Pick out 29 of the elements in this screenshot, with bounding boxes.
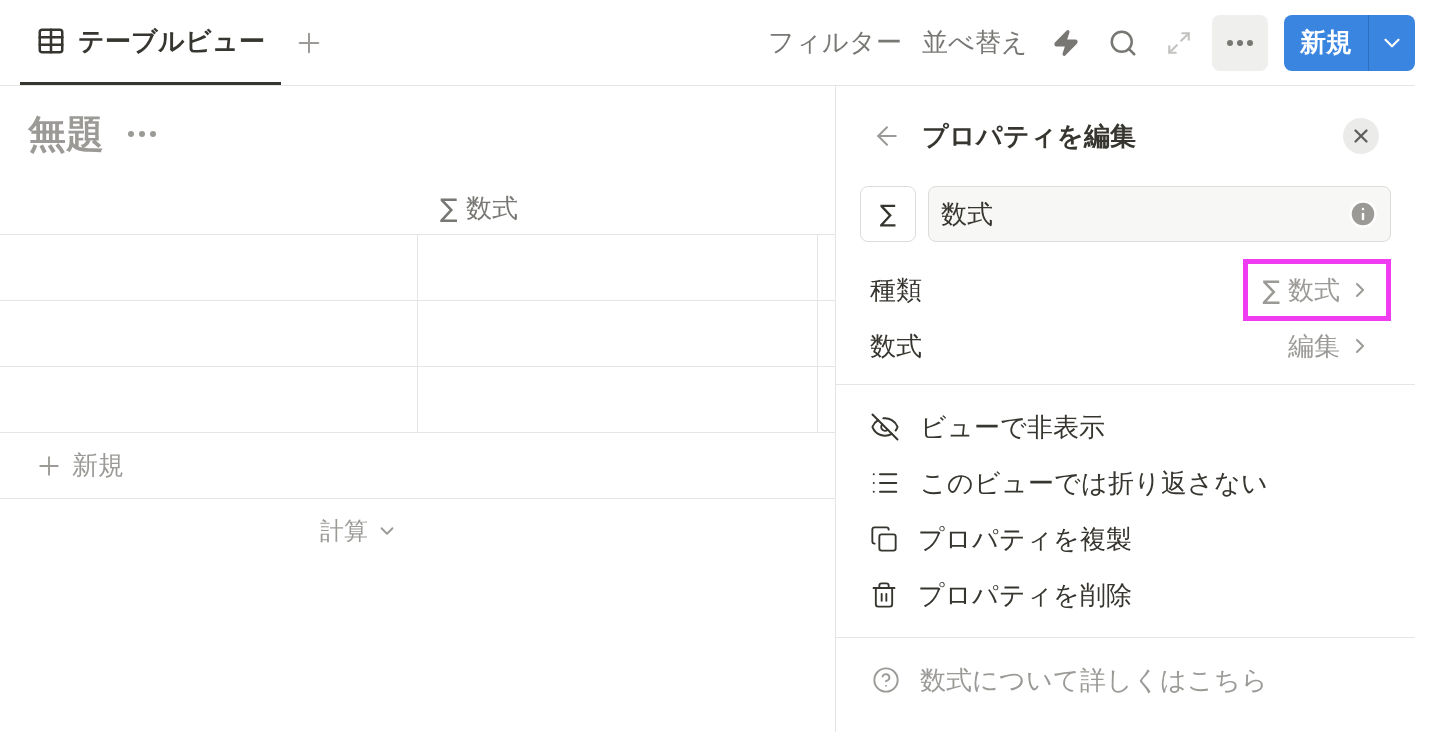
help-icon	[872, 666, 900, 694]
add-row-button[interactable]: 新規	[34, 446, 124, 485]
lightning-icon[interactable]	[1052, 28, 1080, 57]
table-icon	[36, 26, 66, 56]
filter-button[interactable]: フィルター	[764, 23, 906, 62]
help-link[interactable]: 数式について詳しくはこちら	[836, 638, 1415, 722]
page-title: 無題	[28, 110, 104, 158]
more-icon	[1227, 39, 1253, 46]
panel-title: プロパティを編集	[922, 119, 1137, 153]
menu-item[interactable]: ビューで非表示	[836, 399, 1415, 455]
sort-button[interactable]: 並べ替え	[918, 23, 1032, 62]
column-header[interactable]: ∑ 数式	[440, 188, 518, 228]
info-icon[interactable]	[1348, 199, 1378, 229]
property-label: 種類	[870, 273, 923, 307]
type-icon-button[interactable]: ∑	[860, 186, 916, 242]
property-value-button[interactable]: ∑ 数式	[1243, 259, 1391, 321]
menu-item[interactable]: プロパティを複製	[836, 511, 1415, 567]
view-tab[interactable]: テーブルビュー	[20, 0, 281, 85]
copy-icon	[870, 525, 898, 553]
name-field[interactable]: 数式	[928, 186, 1391, 242]
close-button[interactable]	[1343, 118, 1379, 154]
calculate-button[interactable]: 計算	[320, 513, 398, 549]
more-button[interactable]	[1212, 14, 1268, 71]
trash-icon	[870, 581, 898, 609]
eye-off-icon	[870, 412, 900, 442]
property-label: 数式	[870, 329, 923, 363]
menu-item[interactable]: このビューでは折り返さない	[836, 455, 1415, 511]
more-icon[interactable]	[128, 131, 156, 137]
menu-item[interactable]: プロパティを削除	[836, 567, 1415, 623]
